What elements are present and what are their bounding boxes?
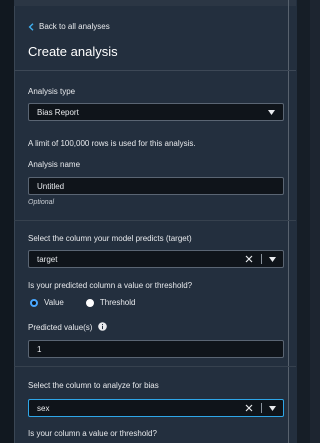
- radio-selected-icon[interactable]: [30, 298, 38, 307]
- bias-column-select[interactable]: sex: [28, 399, 284, 417]
- row-limit-note: A limit of 100,000 rows is used for this…: [28, 139, 196, 148]
- radio-option-label: Threshold: [99, 298, 136, 307]
- caret-down-icon[interactable]: [268, 104, 275, 120]
- analysis-name-value: Untitled: [37, 181, 65, 191]
- radio-unselected-icon[interactable]: [85, 298, 94, 307]
- clear-icon[interactable]: [245, 400, 253, 416]
- predicted-values-label-row: Predicted value(s): [28, 322, 108, 333]
- predicted-type-radio-group: Value Threshold: [30, 298, 135, 307]
- panel-top-bar: [14, 0, 296, 6]
- predicted-values-label: Predicted value(s): [28, 323, 93, 332]
- select-separator: [261, 254, 262, 264]
- analysis-type-label: Analysis type: [28, 87, 76, 96]
- bias-column-label: Select the column to analyze for bias: [28, 381, 159, 390]
- predicted-values-value: 1: [37, 344, 42, 354]
- chevron-left-icon: [28, 22, 34, 31]
- target-column-select[interactable]: target: [28, 250, 284, 268]
- radio-option-threshold[interactable]: Threshold: [85, 298, 136, 307]
- back-link-label: Back to all analyses: [39, 22, 110, 31]
- select-separator: [261, 403, 262, 413]
- panel-scroll-edge: [288, 0, 289, 443]
- caret-down-icon[interactable]: [269, 400, 276, 416]
- analysis-name-input[interactable]: Untitled: [28, 177, 284, 195]
- info-icon[interactable]: [98, 322, 108, 333]
- page-title: Create analysis: [28, 44, 118, 59]
- analysis-name-label: Analysis name: [28, 160, 81, 169]
- header-divider: [14, 70, 296, 71]
- predicted-type-question: Is your predicted column a value or thre…: [28, 281, 193, 290]
- window-left-edge: [0, 0, 14, 443]
- predicted-values-input[interactable]: 1: [28, 340, 284, 358]
- analysis-type-select[interactable]: Bias Report: [28, 103, 284, 121]
- analysis-type-value: Bias Report: [37, 107, 79, 117]
- caret-down-icon[interactable]: [269, 251, 276, 267]
- target-column-label: Select the column your model predicts (t…: [28, 234, 192, 243]
- section-divider: [14, 220, 296, 221]
- back-link[interactable]: Back to all analyses: [28, 22, 110, 31]
- analysis-name-hint: Optional: [28, 199, 55, 206]
- radio-option-label: Value: [44, 298, 64, 307]
- bias-column-type-question: Is your column a value or threshold?: [28, 429, 157, 438]
- window-right-edge: [297, 0, 310, 443]
- create-analysis-panel: [14, 0, 298, 443]
- clear-icon[interactable]: [245, 251, 253, 267]
- radio-option-value[interactable]: Value: [30, 298, 64, 307]
- section-divider: [14, 366, 296, 367]
